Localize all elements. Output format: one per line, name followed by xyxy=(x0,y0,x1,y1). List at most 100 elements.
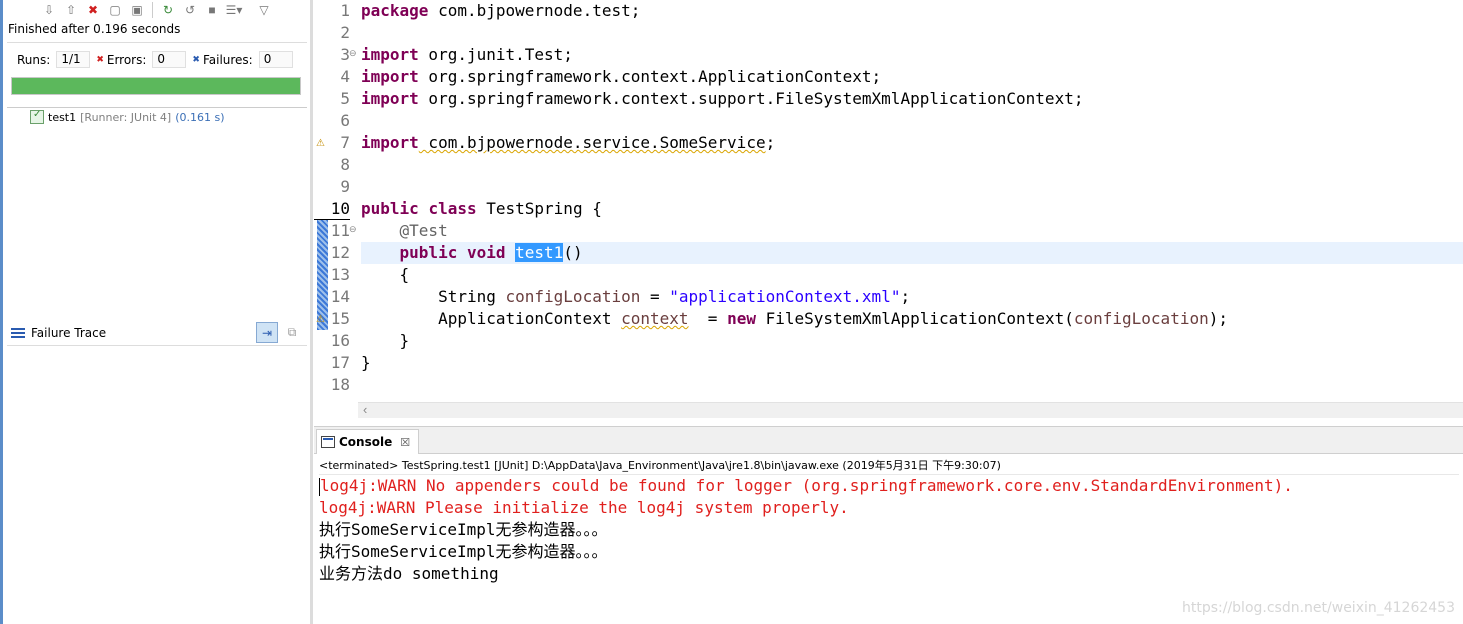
show-failures-only-icon[interactable]: ✖ xyxy=(84,1,102,19)
code-line[interactable]: import com.bjpowernode.service.SomeServi… xyxy=(361,132,1463,154)
code-line[interactable]: ApplicationContext context = new FileSys… xyxy=(361,308,1463,330)
java-editor[interactable]: ⚠ ⚠ 1 2 3 ⊖ 4 5 6 7 8 9 10 11 ⊖ 12 13 14… xyxy=(314,0,1463,418)
code-text: = xyxy=(640,287,670,306)
keyword: new xyxy=(727,309,756,328)
editor-gutter: ⚠ ⚠ 1 2 3 ⊖ 4 5 6 7 8 9 10 11 ⊖ 12 13 14… xyxy=(314,0,358,402)
process-status: <terminated> TestSpring.test1 [JUnit] D:… xyxy=(319,459,1001,472)
current-code-line[interactable]: public void test1() xyxy=(361,242,1463,264)
code-text: ; xyxy=(900,287,911,306)
console-text: 执行SomeServiceImpl无参构造器。。。 xyxy=(319,520,608,539)
line-number: 11 xyxy=(330,221,350,240)
code-line[interactable]: package com.bjpowernode.test; xyxy=(361,0,1463,22)
code-line[interactable]: String configLocation = "applicationCont… xyxy=(361,286,1463,308)
selected-text[interactable]: test1 xyxy=(515,243,564,262)
code-text: } xyxy=(361,353,371,372)
view-menu-icon[interactable]: ▽ xyxy=(255,1,273,19)
line-number: 12 xyxy=(330,243,350,262)
failure-trace-label: Failure Trace xyxy=(31,326,107,340)
code-line[interactable]: @Test xyxy=(361,220,1463,242)
line-number: 15 xyxy=(330,309,350,328)
tab-label: Console xyxy=(339,435,393,449)
line-number: 1 xyxy=(340,1,350,20)
code-line[interactable]: } xyxy=(361,352,1463,374)
console-line: 执行SomeServiceImpl无参构造器。。。 xyxy=(319,541,1459,563)
code-line[interactable]: { xyxy=(361,264,1463,286)
failures-label: Failures: xyxy=(202,52,253,67)
console-line: log4j:WARN No appenders could be found f… xyxy=(319,475,1459,497)
runs-label: Runs: xyxy=(17,52,51,67)
code-line[interactable]: import org.junit.Test; xyxy=(361,44,1463,66)
layout-menu-icon[interactable]: ☰▾ xyxy=(225,1,243,19)
close-icon[interactable]: ☒ xyxy=(400,436,410,449)
error-icon: ✖ xyxy=(96,54,104,65)
variable: configLocation xyxy=(505,287,641,306)
keyword: package xyxy=(361,1,429,20)
code-text: { xyxy=(399,265,410,284)
line-number: 18 xyxy=(330,375,350,394)
code-text: ; xyxy=(765,133,776,152)
filter-stack-trace-icon[interactable]: ⇥ xyxy=(256,322,278,343)
line-number: 4 xyxy=(340,67,350,86)
variable: context xyxy=(621,309,689,328)
keyword: import xyxy=(361,67,419,86)
code-text: = xyxy=(688,309,728,328)
console-text: log4j:WARN Please initialize the log4j s… xyxy=(319,498,849,517)
run-status-text: Finished after 0.196 seconds xyxy=(8,22,181,36)
keyword: void xyxy=(466,243,506,262)
horizontal-scrollbar[interactable]: ‹ xyxy=(358,402,1463,418)
line-number: 17 xyxy=(330,353,350,372)
history-icon[interactable]: ▣ xyxy=(128,1,146,19)
string-literal: "applicationContext.xml" xyxy=(669,287,901,306)
fold-collapse-icon[interactable]: ⊖ xyxy=(349,224,357,235)
tab-console[interactable]: Console ☒ xyxy=(316,429,420,454)
counters-panel: Runs: 1/1 ✖ Errors: 0 ✖ Failures: 0 xyxy=(7,42,307,108)
console-icon xyxy=(321,436,335,448)
code-text: FileSystemXmlApplicationContext( xyxy=(755,309,1074,328)
console-line: 业务方法do something xyxy=(319,563,1459,585)
compare-result-icon[interactable]: ⧉ xyxy=(281,322,303,343)
failures-value: 0 xyxy=(258,51,293,68)
line-number: 9 xyxy=(340,177,350,196)
test-progress-fill xyxy=(12,78,300,94)
rerun-failed-icon[interactable]: ↺ xyxy=(181,1,199,19)
console-output[interactable]: log4j:WARN No appenders could be found f… xyxy=(319,474,1459,585)
test-tree-item[interactable]: test1 [Runner: JUnit 4] (0.161 s) xyxy=(30,109,225,124)
stack-trace-icon xyxy=(11,328,25,338)
test-duration: (0.161 s) xyxy=(175,110,225,124)
keyword: public xyxy=(361,199,419,218)
scroll-left-icon[interactable]: ‹ xyxy=(363,402,367,417)
console-line: 执行SomeServiceImpl无参构造器。。。 xyxy=(319,519,1459,541)
current-line-number: 10 xyxy=(314,198,350,220)
code-line[interactable]: public class TestSpring { xyxy=(361,198,1463,220)
view-border xyxy=(0,0,3,624)
line-number: 8 xyxy=(340,155,350,174)
keyword: class xyxy=(428,199,477,218)
code-text: ApplicationContext xyxy=(438,309,622,328)
console-line: log4j:WARN Please initialize the log4j s… xyxy=(319,497,1459,519)
scroll-lock-icon[interactable]: ▢ xyxy=(106,1,124,19)
errors-value: 0 xyxy=(152,51,187,68)
code-text: org.springframework.context.support.File… xyxy=(418,89,1084,108)
code-line[interactable]: } xyxy=(361,330,1463,352)
keyword: import xyxy=(361,89,419,108)
test-name: test1 xyxy=(48,110,77,124)
line-number: 16 xyxy=(330,331,350,350)
console-text: 执行SomeServiceImpl无参构造器。。。 xyxy=(319,542,608,561)
stop-icon[interactable]: ■ xyxy=(203,1,221,19)
toolbar-separator xyxy=(152,2,153,18)
sash[interactable] xyxy=(310,0,313,624)
line-number: 7 xyxy=(340,133,350,152)
line-number: 6 xyxy=(340,111,350,130)
previous-failure-icon[interactable]: ⇧ xyxy=(62,1,80,19)
junit-toolbar: ⇩ ⇧ ✖ ▢ ▣ ↻ ↺ ■ ☰▾ ▽ xyxy=(40,0,273,20)
code-text: TestSpring { xyxy=(476,199,602,218)
code-line[interactable]: import org.springframework.context.suppo… xyxy=(361,88,1463,110)
next-failure-icon[interactable]: ⇩ xyxy=(40,1,58,19)
failure-trace-header: Failure Trace ⇥ ⧉ xyxy=(7,321,307,346)
warning-text: com.bjpowernode.service.SomeService xyxy=(418,133,766,152)
test-passed-icon xyxy=(30,109,44,124)
code-line[interactable]: import org.springframework.context.Appli… xyxy=(361,66,1463,88)
rerun-icon[interactable]: ↻ xyxy=(159,1,177,19)
code-area[interactable]: package com.bjpowernode.test; import org… xyxy=(361,0,1463,402)
fold-collapse-icon[interactable]: ⊖ xyxy=(349,48,357,59)
